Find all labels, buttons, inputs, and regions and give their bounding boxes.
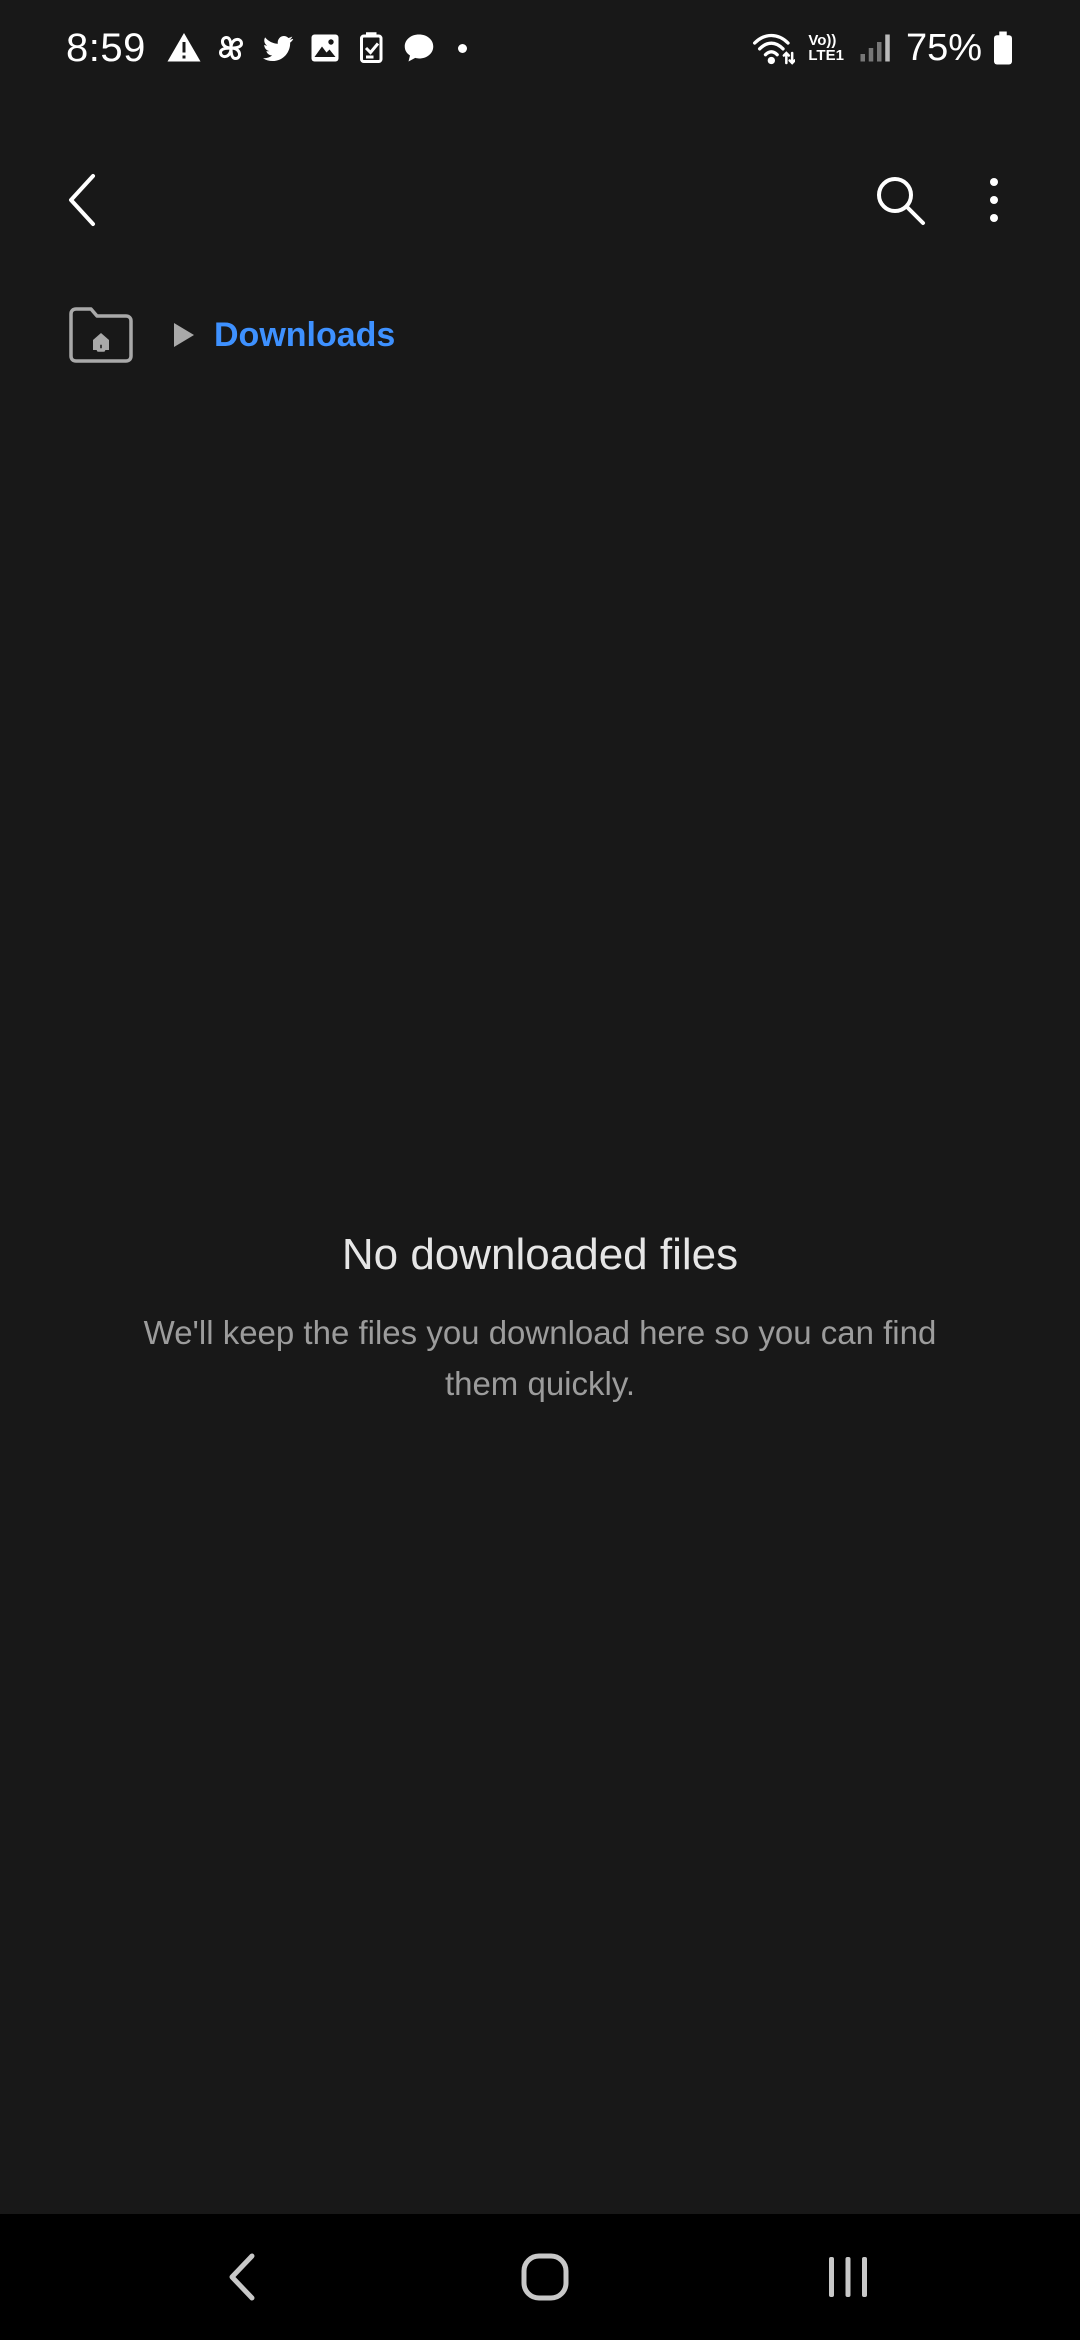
pinwheel-icon (211, 28, 251, 68)
volte-label: Vo)) (808, 32, 837, 49)
breadcrumb: Downloads (66, 300, 395, 370)
status-time: 8:59 (66, 25, 146, 70)
twitter-icon (258, 28, 298, 68)
app-bar (0, 150, 1080, 250)
clipboard-check-icon (352, 28, 392, 68)
search-button[interactable] (850, 150, 950, 250)
wifi-icon (750, 28, 796, 68)
screen: 8:59 Vo)) LTE1 75% Downloads No download… (0, 0, 1080, 2340)
more-options-button[interactable] (944, 150, 1044, 250)
battery-percent: 75% (905, 26, 982, 69)
back-arrow-icon (69, 174, 95, 226)
status-bar-left: 8:59 (66, 26, 467, 71)
nav-home-button[interactable] (465, 2214, 625, 2340)
search-icon (877, 177, 925, 225)
lte-label: LTE1 (808, 47, 844, 64)
home-folder-button[interactable] (66, 305, 136, 365)
alert-icon (164, 28, 204, 68)
home-folder-icon (69, 307, 133, 363)
volte-lte-icon: Vo)) LTE1 (808, 33, 844, 63)
empty-state: No downloaded files We'll keep the files… (0, 1225, 1080, 1409)
nav-recents-icon (829, 2257, 867, 2297)
signal-icon (854, 28, 894, 68)
back-button[interactable] (33, 150, 133, 250)
nav-back-icon (229, 2253, 255, 2301)
nav-home-icon (521, 2253, 569, 2301)
breadcrumb-current-downloads[interactable]: Downloads (214, 316, 395, 355)
empty-state-title: No downloaded files (341, 1230, 739, 1279)
empty-state-description: We'll keep the files you download here s… (143, 1314, 937, 1402)
nav-recents-button[interactable] (768, 2214, 928, 2340)
nav-back-button[interactable] (162, 2214, 322, 2340)
battery-icon (990, 28, 1016, 68)
gallery-icon (305, 28, 345, 68)
status-bar-right: Vo)) LTE1 75% (750, 27, 1016, 70)
more-vertical-icon (990, 178, 998, 222)
notification-dot (457, 43, 467, 53)
status-bar: 8:59 Vo)) LTE1 75% (0, 0, 1080, 96)
chat-bubble-icon (399, 28, 439, 68)
breadcrumb-separator-icon (172, 320, 198, 350)
navigation-bar (0, 2214, 1080, 2340)
